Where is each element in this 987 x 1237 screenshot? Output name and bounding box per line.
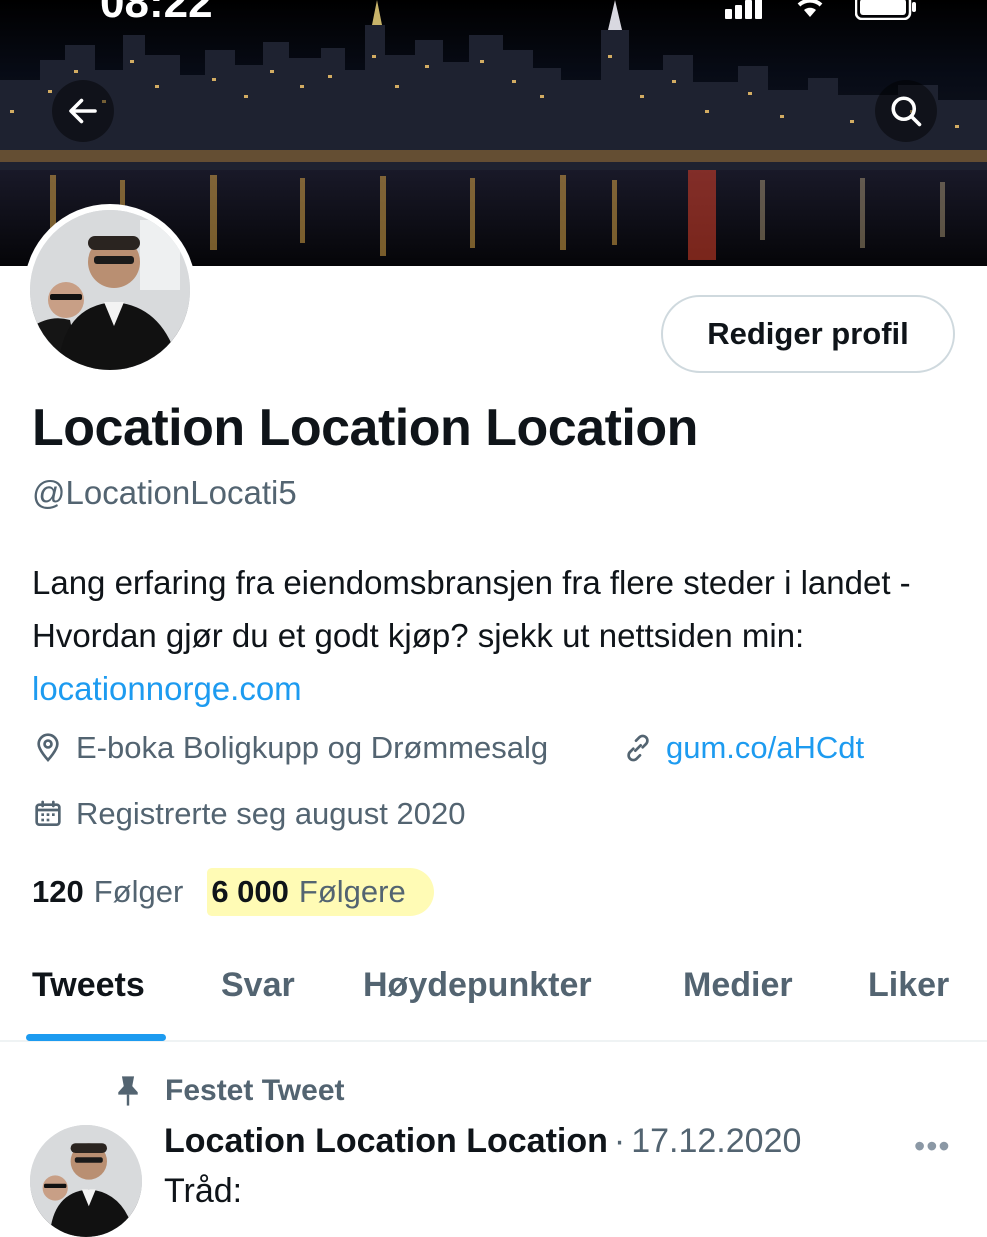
tweet-avatar-figure bbox=[30, 1125, 142, 1237]
back-button[interactable] bbox=[52, 80, 114, 142]
profile-bio: Lang erfaring fra eiendomsbransjen fra f… bbox=[32, 556, 962, 715]
tweet-text: Tråd: bbox=[164, 1172, 243, 1210]
followers-link[interactable]: 6 000 Følgere bbox=[207, 868, 434, 916]
location-text: E-boka Boligkupp og Drømmesalg bbox=[76, 730, 549, 765]
tweet-separator: · bbox=[613, 1122, 626, 1160]
tweet-date[interactable]: 17.12.2020 bbox=[631, 1122, 801, 1161]
tweet-header: Location Location Location · 17.12.2020 bbox=[164, 1122, 801, 1161]
bio-text: Lang erfaring fra eiendomsbransjen fra f… bbox=[32, 564, 911, 654]
pinned-label-text: Festet Tweet bbox=[165, 1074, 345, 1107]
battery-icon bbox=[855, 0, 916, 20]
location-pin-icon bbox=[37, 733, 59, 762]
link-icon bbox=[627, 734, 649, 762]
following-link[interactable]: 120 Følger bbox=[32, 874, 183, 910]
profile-display-name: Location Location Location bbox=[32, 399, 698, 457]
tab-likes[interactable]: Liker bbox=[868, 966, 949, 1005]
following-label: Følger bbox=[93, 874, 184, 909]
search-button[interactable] bbox=[875, 80, 937, 142]
website-link[interactable]: gum.co/aHCdt bbox=[666, 730, 864, 766]
calendar-icon bbox=[35, 800, 61, 826]
avatar-photo bbox=[30, 210, 190, 370]
profile-tabs: Tweets Svar Høydepunkter Medier Liker bbox=[0, 942, 987, 1042]
tweet-author-avatar[interactable] bbox=[30, 1125, 142, 1237]
tab-replies[interactable]: Svar bbox=[221, 966, 295, 1005]
profile-avatar[interactable] bbox=[24, 204, 196, 376]
profile-joined-date: Registrerte seg august 2020 bbox=[32, 796, 465, 832]
pinned-tweet-label: Festet Tweet bbox=[113, 1074, 345, 1108]
profile-location: E-boka Boligkupp og Drømmesalg bbox=[32, 730, 548, 766]
status-bar-icons bbox=[725, 0, 917, 20]
active-tab-indicator bbox=[26, 1034, 166, 1041]
profile-handle: @LocationLocati5 bbox=[32, 474, 297, 511]
cellular-signal-icon bbox=[725, 0, 762, 19]
following-count: 120 bbox=[32, 874, 84, 909]
tab-media[interactable]: Medier bbox=[683, 966, 793, 1005]
search-icon bbox=[891, 96, 922, 127]
tweet-author-name[interactable]: Location Location Location bbox=[164, 1122, 608, 1161]
pin-icon bbox=[118, 1076, 138, 1106]
tweet-more-button[interactable]: ••• bbox=[914, 1128, 951, 1165]
tab-highlights[interactable]: Høydepunkter bbox=[363, 966, 592, 1005]
follow-stats: 120 Følger 6 000 Følgere bbox=[32, 868, 434, 916]
avatar-figure bbox=[30, 210, 190, 370]
bio-link[interactable]: locationnorge.com bbox=[32, 670, 302, 707]
followers-label: Følgere bbox=[298, 874, 406, 909]
followers-count: 6 000 bbox=[211, 874, 289, 909]
status-bar-time: 08:22 bbox=[100, 0, 213, 27]
tab-tweets[interactable]: Tweets bbox=[32, 966, 145, 1005]
arrow-left-icon bbox=[69, 98, 97, 124]
profile-website[interactable]: gum.co/aHCdt bbox=[622, 730, 864, 766]
edit-profile-button[interactable]: Rediger profil bbox=[661, 295, 955, 373]
joined-text: Registrerte seg august 2020 bbox=[76, 796, 466, 831]
wifi-icon bbox=[797, 0, 823, 17]
